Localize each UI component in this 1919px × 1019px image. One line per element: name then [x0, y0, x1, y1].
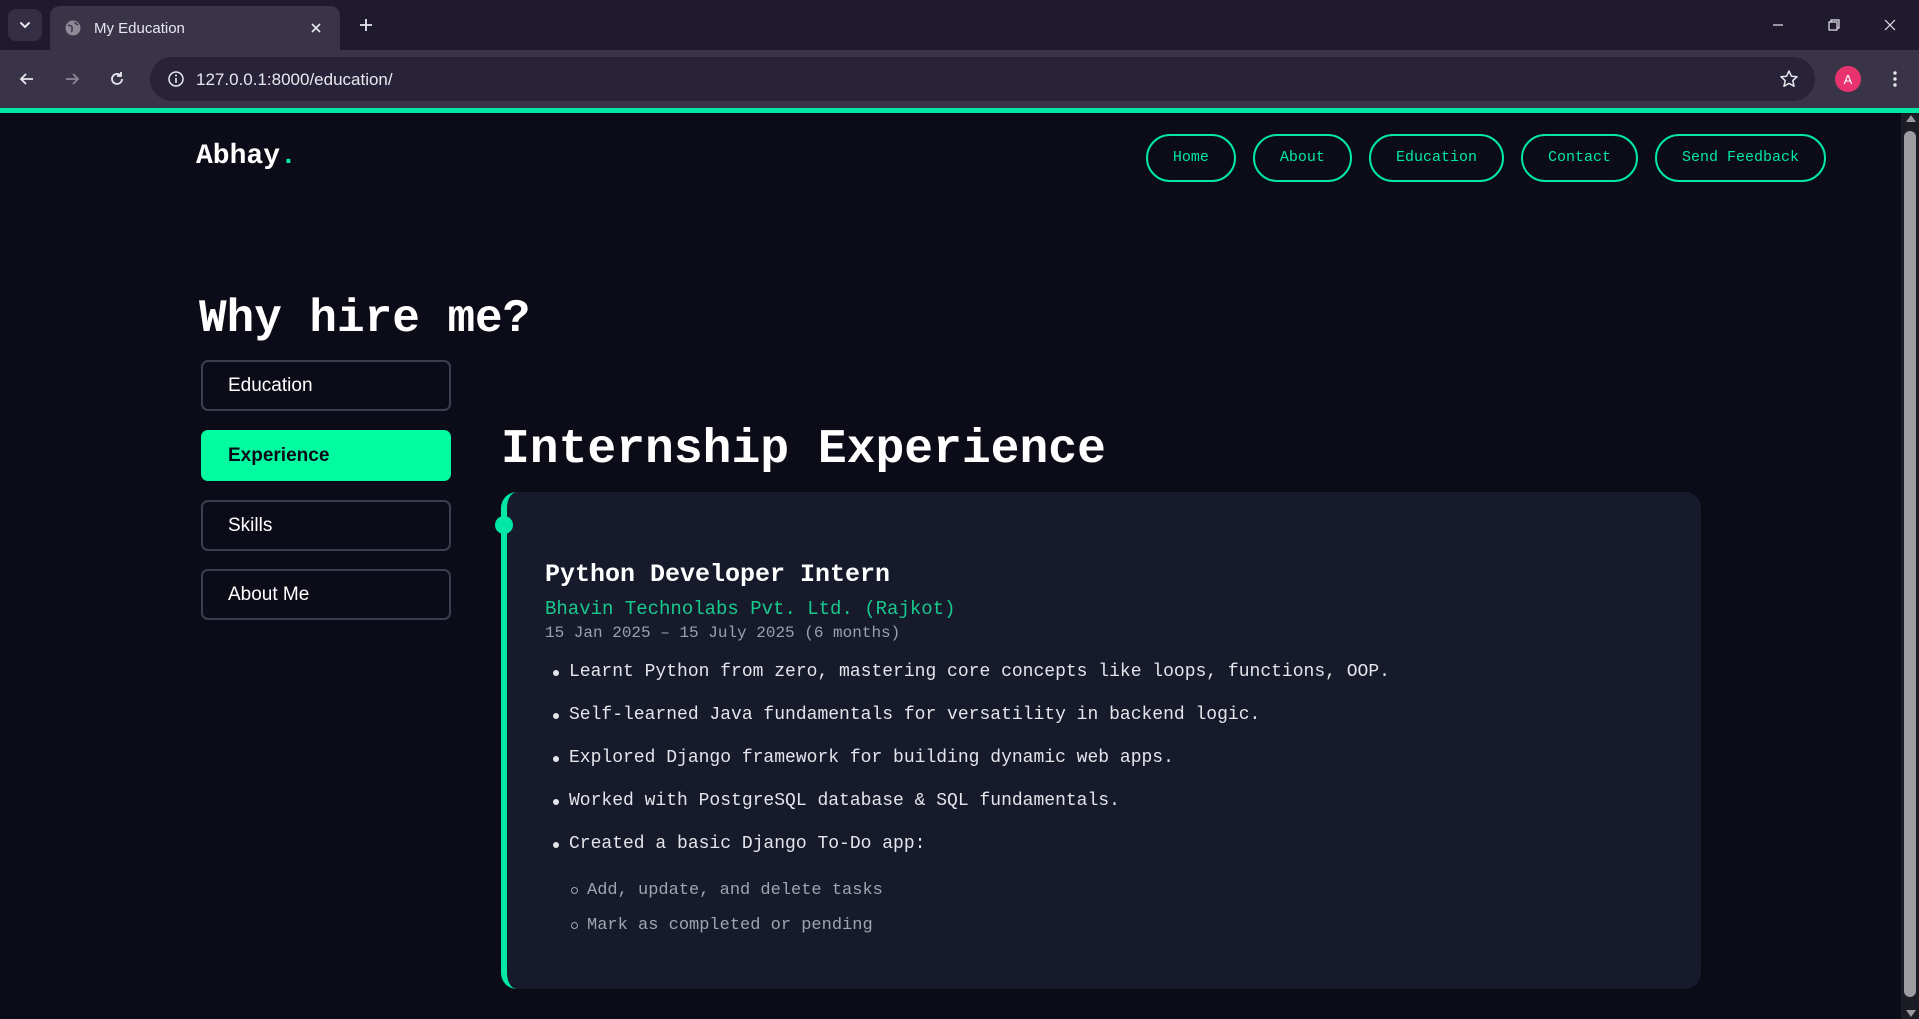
site-info-icon[interactable] [164, 67, 188, 91]
main-nav: Home About Education Contact Send Feedba… [1145, 134, 1826, 182]
section-title: Internship Experience [501, 423, 1106, 477]
tab-search-button[interactable] [8, 9, 42, 41]
list-item: Worked with PostgreSQL database & SQL fu… [545, 789, 1390, 832]
nav-send-feedback-button[interactable]: Send Feedback [1654, 134, 1826, 182]
plus-icon [360, 19, 372, 31]
list-item: Self-learned Java fundamentals for versa… [545, 703, 1390, 746]
page-scrollbar[interactable] [1901, 113, 1919, 1019]
sub-list-item: Add, update, and delete tasks [569, 880, 883, 915]
site-logo[interactable]: Abhay. [196, 141, 297, 172]
forward-button[interactable] [56, 63, 88, 95]
timeline-dot [495, 516, 513, 534]
scroll-down-arrow-icon[interactable] [1906, 1010, 1916, 1017]
nav-education-button[interactable]: Education [1368, 134, 1504, 182]
browser-tab[interactable]: My Education [50, 6, 340, 50]
tab-about-me[interactable]: About Me [201, 569, 451, 620]
experience-card: Python Developer Intern Bhavin Technolab… [495, 492, 1701, 989]
chevron-down-icon [20, 22, 30, 29]
nav-about-button[interactable]: About [1252, 134, 1352, 182]
minimize-icon [1773, 24, 1783, 26]
tab-experience[interactable]: Experience [201, 430, 451, 481]
restore-button[interactable] [1819, 10, 1849, 40]
list-item: Created a basic Django To-Do app: [545, 832, 1390, 875]
responsibility-list: Learnt Python from zero, mastering core … [545, 660, 1390, 875]
close-icon [1884, 19, 1896, 31]
restore-icon [1828, 19, 1840, 31]
globe-icon [65, 20, 81, 36]
close-window-button[interactable] [1875, 10, 1905, 40]
back-button[interactable] [11, 63, 43, 95]
tab-title: My Education [94, 19, 185, 37]
list-item: Explored Django framework for building d… [545, 746, 1390, 789]
nav-home-button[interactable]: Home [1145, 134, 1236, 182]
more-vertical-icon [1893, 71, 1897, 87]
sub-list-item: Mark as completed or pending [569, 915, 883, 950]
page-content: Abhay. Home About Education Contact Send… [0, 113, 1901, 1019]
logo-text: Abhay [196, 141, 281, 172]
reload-icon [111, 72, 123, 85]
scroll-thumb[interactable] [1904, 131, 1916, 997]
browser-toolbar: 127.0.0.1:8000/education/ A [0, 50, 1919, 108]
close-tab-icon[interactable] [306, 18, 326, 38]
new-tab-button[interactable] [352, 11, 380, 39]
address-bar[interactable]: 127.0.0.1:8000/education/ [150, 57, 1815, 101]
nav-contact-button[interactable]: Contact [1520, 134, 1638, 182]
bookmark-star-icon[interactable] [1777, 67, 1801, 91]
scroll-up-arrow-icon[interactable] [1906, 115, 1916, 122]
job-duration: 15 Jan 2025 – 15 July 2025 (6 months) [545, 624, 901, 642]
reload-button[interactable] [101, 63, 133, 95]
profile-avatar[interactable]: A [1835, 66, 1861, 92]
page-title: Why hire me? [199, 293, 531, 345]
list-item: Learnt Python from zero, mastering core … [545, 660, 1390, 703]
browser-menu-button[interactable] [1879, 63, 1911, 95]
url-text[interactable]: 127.0.0.1:8000/education/ [196, 70, 393, 90]
browser-tab-strip: My Education [0, 0, 1919, 50]
arrow-left-icon [19, 73, 33, 85]
minimize-button[interactable] [1763, 10, 1793, 40]
job-title: Python Developer Intern [545, 560, 891, 589]
tab-education[interactable]: Education [201, 360, 451, 411]
logo-dot: . [280, 141, 297, 172]
company-name: Bhavin Technolabs Pvt. Ltd. (Rajkot) [545, 598, 956, 620]
tab-skills[interactable]: Skills [201, 500, 451, 551]
arrow-right-icon [66, 73, 80, 85]
todo-app-features-list: Add, update, and delete tasks Mark as co… [569, 880, 883, 950]
